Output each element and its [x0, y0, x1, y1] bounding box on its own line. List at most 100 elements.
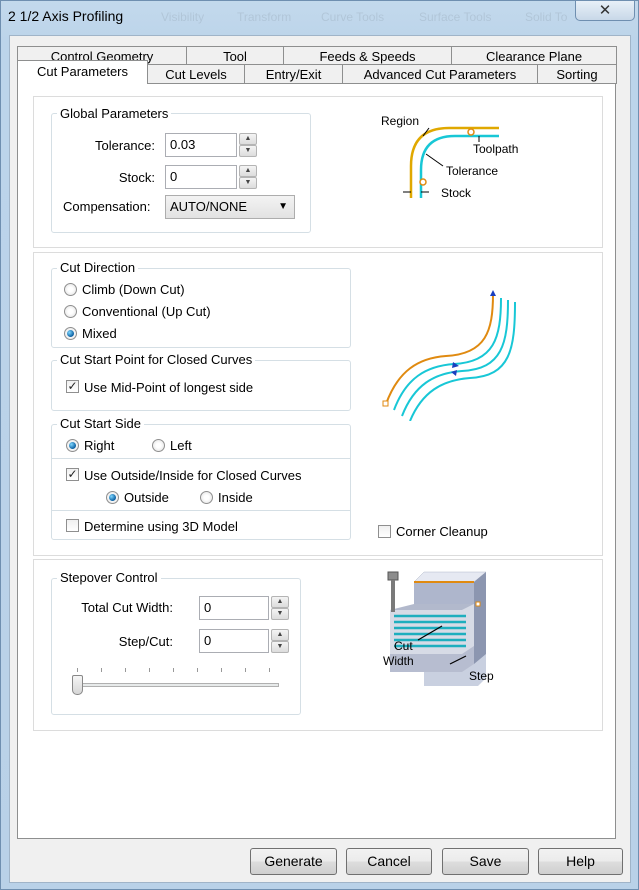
divider [52, 510, 350, 511]
tab-label: Advanced Cut Parameters [363, 67, 517, 82]
spin-down-icon[interactable]: ▼ [239, 145, 257, 157]
step-cut-spinner[interactable]: ▲ ▼ [271, 629, 289, 653]
spin-up-icon[interactable]: ▲ [239, 133, 257, 145]
determine-3d-label[interactable]: Determine using 3D Model [84, 519, 238, 534]
title-bar[interactable]: 2 1/2 Axis Profiling Visibility Transfor… [1, 1, 638, 35]
use-outside-inside-checkbox[interactable]: ✓ [66, 468, 79, 481]
toolpath-point-icon [419, 178, 427, 186]
stock-label: Stock: [118, 170, 155, 185]
region-figure-label: Region [381, 114, 419, 128]
block-upper-wall [414, 582, 474, 604]
slider-tick [125, 668, 126, 672]
spin-up-icon[interactable]: ▲ [271, 596, 289, 608]
spin-up-icon[interactable]: ▲ [239, 165, 257, 177]
check-icon: ✓ [67, 467, 78, 481]
stock-spinner[interactable]: ▲ ▼ [239, 165, 257, 189]
region-toolpath-diagram: Region Toolpath Tolerance Stock [381, 114, 518, 200]
compensation-select[interactable]: AUTO/NONE ▼ [165, 195, 295, 219]
use-outside-inside-label[interactable]: Use Outside/Inside for Closed Curves [84, 468, 301, 483]
tab-label: Sorting [556, 67, 598, 82]
stock-figure-label: Stock [441, 186, 472, 200]
cyan-pass-curve [393, 297, 502, 411]
block-right-face [474, 572, 486, 664]
slider-tick [197, 668, 198, 672]
cut-direction-diagram [382, 290, 516, 421]
stock-input[interactable]: 0 [165, 165, 237, 189]
midpoint-checkbox[interactable]: ✓ [66, 380, 79, 393]
cut-figure-label: Cut [394, 639, 413, 653]
climb-radio[interactable] [64, 283, 77, 296]
generate-button[interactable]: Generate [250, 848, 337, 875]
close-icon: ✕ [598, 2, 612, 19]
spin-down-icon[interactable]: ▼ [239, 177, 257, 189]
conventional-radio[interactable] [64, 305, 77, 318]
group-title-global-parameters: Global Parameters [57, 106, 172, 121]
stepover-slider-track[interactable] [73, 683, 279, 687]
ghost-toolbar-solid-tools: Solid To [525, 10, 568, 24]
inside-label[interactable]: Inside [218, 490, 253, 505]
group-title-stepover-control: Stepover Control [57, 570, 161, 585]
step-cut-input[interactable]: 0 [199, 629, 269, 653]
slider-tick [77, 668, 78, 672]
inside-radio[interactable] [200, 491, 213, 504]
spin-down-icon[interactable]: ▼ [271, 641, 289, 653]
tolerance-label: Tolerance: [95, 138, 155, 153]
tab-cut-levels[interactable]: Cut Levels [147, 64, 245, 84]
tolerance-input[interactable]: 0.03 [165, 133, 237, 157]
total-cut-width-label: Total Cut Width: [81, 600, 173, 615]
left-radio[interactable] [152, 439, 165, 452]
slider-tick [245, 668, 246, 672]
toolpath-figure-label: Toolpath [473, 142, 518, 156]
tab-advanced-cut-parameters[interactable]: Advanced Cut Parameters [342, 64, 538, 84]
cancel-button[interactable]: Cancel [346, 848, 432, 875]
slider-tick [173, 668, 174, 672]
right-label[interactable]: Right [84, 438, 114, 453]
corner-cleanup-label[interactable]: Corner Cleanup [396, 524, 488, 539]
determine-3d-checkbox[interactable] [66, 519, 79, 532]
check-icon: ✓ [67, 379, 78, 393]
tab-tool[interactable]: Tool [186, 46, 284, 66]
ghost-toolbar-curve-tools: Curve Tools [321, 10, 385, 24]
dialog-window: 2 1/2 Axis Profiling Visibility Transfor… [0, 0, 639, 890]
climb-label[interactable]: Climb (Down Cut) [82, 282, 185, 297]
orange-toolpath-curve [385, 293, 494, 405]
save-button[interactable]: Save [442, 848, 529, 875]
spin-up-icon[interactable]: ▲ [271, 629, 289, 641]
tab-label: Entry/Exit [265, 67, 322, 82]
tab-sorting[interactable]: Sorting [537, 64, 617, 84]
outside-label[interactable]: Outside [124, 490, 169, 505]
start-point-icon [382, 400, 389, 407]
midpoint-label[interactable]: Use Mid-Point of longest side [84, 380, 253, 395]
tab-entry-exit[interactable]: Entry/Exit [244, 64, 343, 84]
group-title-cut-direction: Cut Direction [57, 260, 139, 275]
slider-tick [149, 668, 150, 672]
left-label[interactable]: Left [170, 438, 192, 453]
close-button[interactable]: ✕ [575, 1, 635, 21]
chevron-down-icon: ▼ [278, 201, 288, 212]
total-cut-width-input[interactable]: 0 [199, 596, 269, 620]
block-top-face [413, 571, 487, 583]
step-cut-label: Step/Cut: [118, 634, 173, 649]
stepover-slider-thumb[interactable] [72, 675, 83, 695]
tab-cut-parameters[interactable]: Cut Parameters [17, 60, 148, 84]
conventional-label[interactable]: Conventional (Up Cut) [82, 304, 211, 319]
outside-radio[interactable] [106, 491, 119, 504]
spin-down-icon[interactable]: ▼ [271, 608, 289, 620]
tolerance-value: 0.03 [170, 137, 196, 152]
total-cut-width-spinner[interactable]: ▲ ▼ [271, 596, 289, 620]
ghost-toolbar-transform: Transform [237, 10, 292, 24]
corner-cleanup-checkbox[interactable] [378, 525, 391, 538]
window-title: 2 1/2 Axis Profiling [8, 8, 124, 24]
divider [52, 458, 350, 459]
step-cut-value: 0 [204, 633, 212, 648]
compensation-value: AUTO/NONE [170, 199, 248, 214]
mixed-label[interactable]: Mixed [82, 326, 117, 341]
mixed-radio[interactable] [64, 327, 77, 340]
tab-label: Cut Parameters [36, 64, 129, 79]
tab-feeds-speeds[interactable]: Feeds & Speeds [283, 46, 452, 66]
tab-clearance-plane[interactable]: Clearance Plane [451, 46, 617, 66]
help-button[interactable]: Help [538, 848, 623, 875]
right-radio[interactable] [66, 439, 79, 452]
toolpath-point-icon [475, 601, 481, 607]
tolerance-spinner[interactable]: ▲ ▼ [239, 133, 257, 157]
